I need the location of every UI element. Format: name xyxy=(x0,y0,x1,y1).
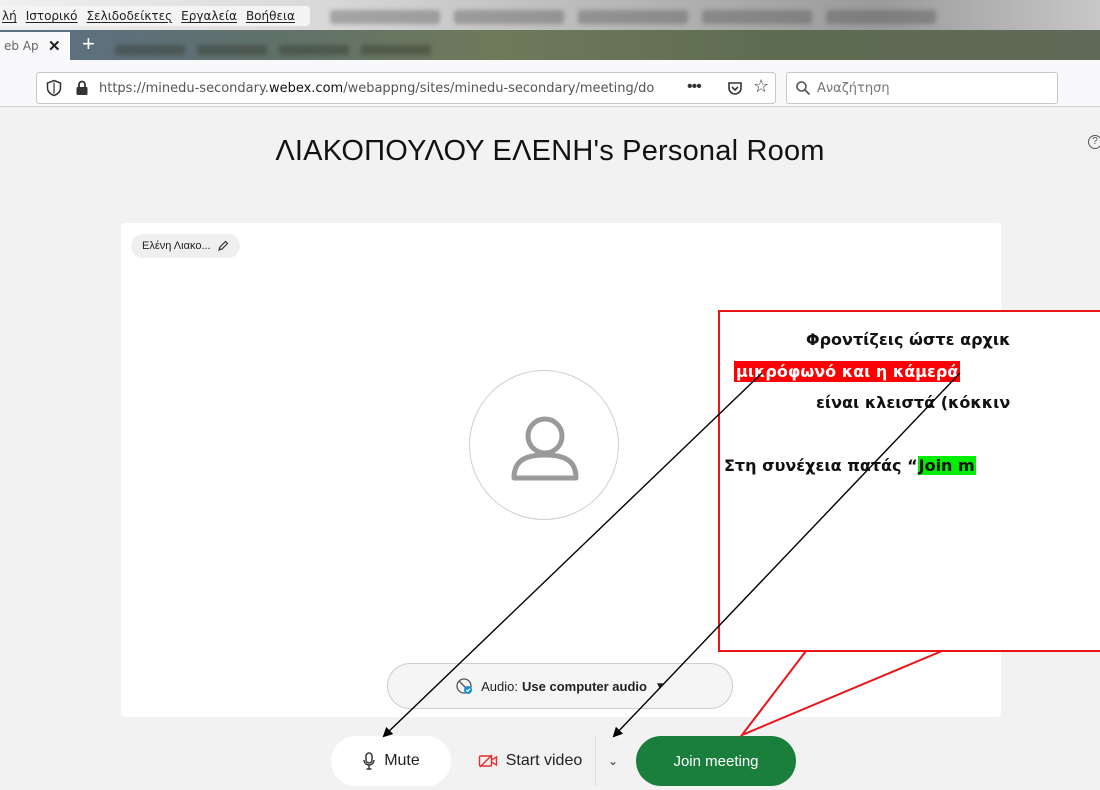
callout-line-4-text: Στη συνέχεια πατάς “ xyxy=(724,456,918,475)
pocket-icon[interactable] xyxy=(727,80,743,96)
callout-line-2: μικρόφωνό και η κάμερά xyxy=(734,361,1100,382)
lock-icon[interactable] xyxy=(75,80,89,96)
display-name-pill[interactable]: Ελένη Λιακο... xyxy=(131,234,240,258)
blurred-tab xyxy=(578,10,688,24)
menu-item-help[interactable]: Βοήθεια xyxy=(246,9,295,23)
blurred-bookmark xyxy=(279,45,349,55)
close-icon[interactable]: ✕ xyxy=(48,37,61,55)
url-prefix: https://minedu-secondary. xyxy=(99,81,269,96)
start-video-button[interactable]: Start video xyxy=(465,736,596,786)
audio-value: Use computer audio xyxy=(522,678,647,694)
menu-item-tools[interactable]: Εργαλεία xyxy=(181,9,237,23)
avatar xyxy=(469,370,619,520)
join-meeting-button[interactable]: Join meeting xyxy=(636,736,796,786)
instruction-callout: Φροντίζεις ώστε αρχικ μικρόφωνό και η κά… xyxy=(718,310,1100,652)
meeting-controls: Mute Start video ⌄ Join meeting xyxy=(0,736,1100,788)
mute-button[interactable]: Mute xyxy=(331,736,451,786)
microphone-icon xyxy=(363,752,375,770)
display-name: Ελένη Λιακο... xyxy=(142,240,211,252)
search-icon xyxy=(796,81,811,96)
mute-label: Mute xyxy=(384,752,420,769)
callout-line-1: Φροντίζεις ώστε αρχικ xyxy=(806,330,1011,349)
audio-connection-selector[interactable]: Audio: Use computer audio ▼ xyxy=(387,663,733,709)
url-text[interactable]: https://minedu-secondary.webex.com/webap… xyxy=(99,81,661,96)
start-video-label: Start video xyxy=(505,752,583,769)
menu-item-history[interactable]: Ιστορικό xyxy=(26,9,78,23)
url-bar[interactable]: https://minedu-secondary.webex.com/webap… xyxy=(36,72,776,104)
menu-bar: λή Ιστορικό Σελιδοδείκτες Εργαλεία Βοήθε… xyxy=(0,0,1100,30)
browser-chrome: λή Ιστορικό Σελιδοδείκτες Εργαλεία Βοήθε… xyxy=(0,0,1100,107)
user-icon xyxy=(511,416,579,481)
more-actions-icon[interactable]: ••• xyxy=(687,78,702,96)
blurred-tab xyxy=(454,10,564,24)
audio-label: Audio: xyxy=(481,678,518,694)
video-off-icon xyxy=(478,754,497,768)
blurred-tab xyxy=(330,10,440,24)
menu-item-file[interactable]: λή xyxy=(2,9,17,23)
url-path: /webappng/sites/minedu-secondary/meeting… xyxy=(343,81,655,96)
page-title: ΛΙΑΚΟΠΟΥΛΟΥ ΕΛΕΝΗ's Personal Room xyxy=(275,135,825,167)
blurred-bookmarks xyxy=(115,45,431,55)
callout-line-3: είναι κλειστά (κόκκιν xyxy=(816,393,1011,412)
search-bar[interactable] xyxy=(786,72,1058,104)
blurred-bookmark xyxy=(361,45,431,55)
shield-icon[interactable] xyxy=(45,79,63,97)
search-input[interactable] xyxy=(817,78,1052,98)
active-tab[interactable]: eb Ap ✕ xyxy=(0,32,70,60)
blurred-bookmark xyxy=(197,45,267,55)
caret-down-icon: ▼ xyxy=(654,680,665,692)
bookmark-star-icon[interactable]: ☆ xyxy=(753,76,769,97)
callout-green-highlight: Join m xyxy=(917,456,976,475)
computer-audio-icon xyxy=(456,678,473,694)
video-control-group: Start video ⌄ xyxy=(465,736,630,786)
menu-items: λή Ιστορικό Σελιδοδείκτες Εργαλεία Βοήθε… xyxy=(0,6,310,26)
callout-red-highlight: μικρόφωνό και η κάμερά xyxy=(734,361,961,382)
video-options-chevron-icon[interactable]: ⌄ xyxy=(596,754,630,768)
blurred-bookmark xyxy=(115,45,185,55)
navigation-bar: https://minedu-secondary.webex.com/webap… xyxy=(0,60,1100,107)
callout-line-4: Στη συνέχεια πατάς “Join m xyxy=(724,456,1100,475)
active-tab-title: eb Ap xyxy=(4,39,39,53)
menu-item-bookmarks[interactable]: Σελιδοδείκτες xyxy=(87,9,173,23)
help-icon[interactable]: ? xyxy=(1088,135,1100,149)
url-domain: webex.com xyxy=(268,81,344,96)
new-tab-button[interactable]: + xyxy=(82,33,95,55)
pencil-icon[interactable] xyxy=(217,240,229,252)
blurred-tabs xyxy=(330,7,936,27)
blurred-tab xyxy=(826,10,936,24)
blurred-tab xyxy=(702,10,812,24)
